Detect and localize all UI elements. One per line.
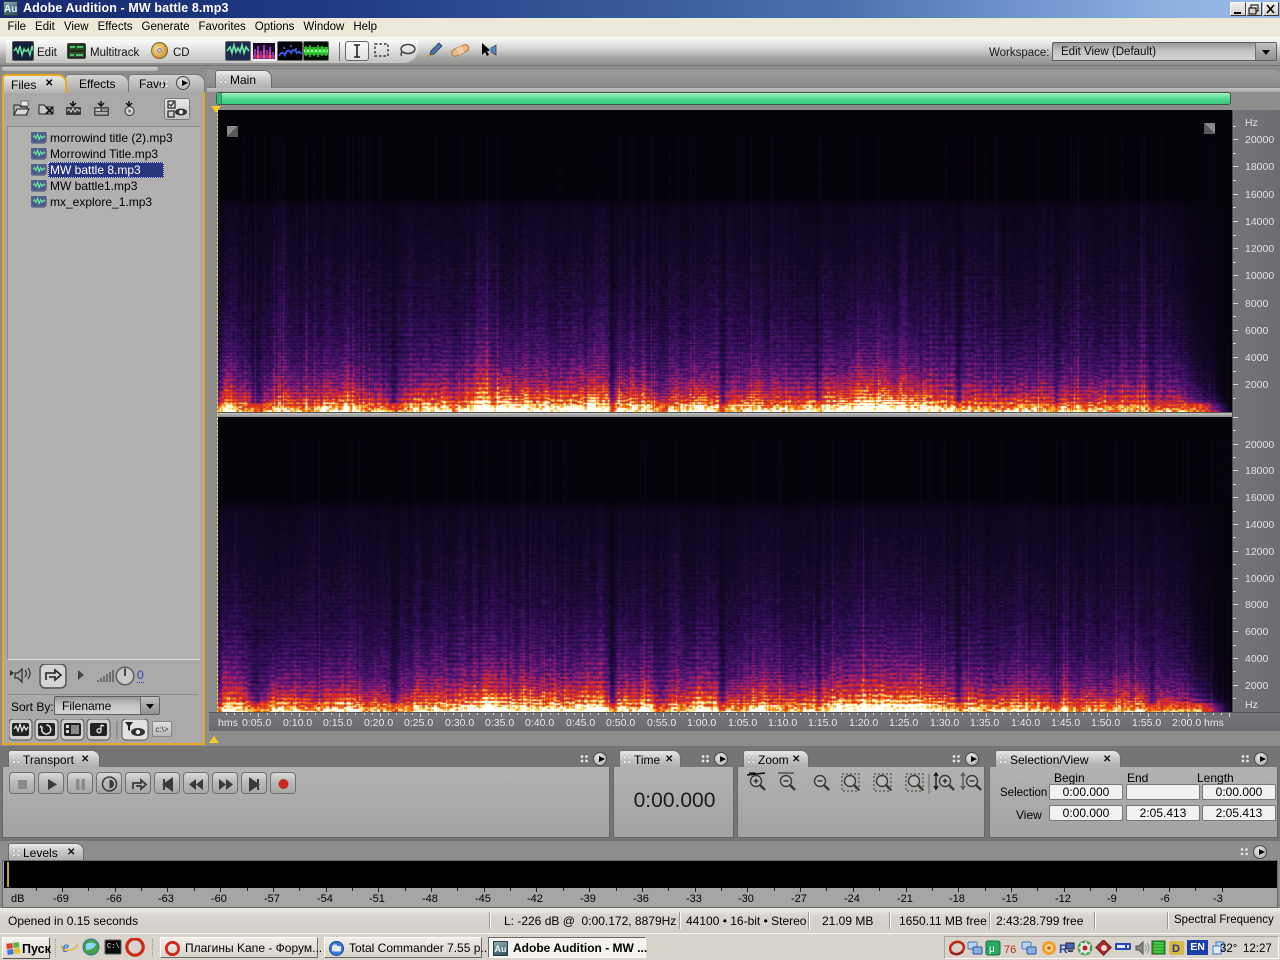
svg-text:D: D — [1172, 943, 1180, 955]
svg-text:76: 76 — [1004, 944, 1016, 956]
svg-text:C:\: C:\ — [107, 943, 120, 951]
svg-text:e: e — [62, 939, 69, 956]
svg-text:μ: μ — [989, 944, 995, 955]
